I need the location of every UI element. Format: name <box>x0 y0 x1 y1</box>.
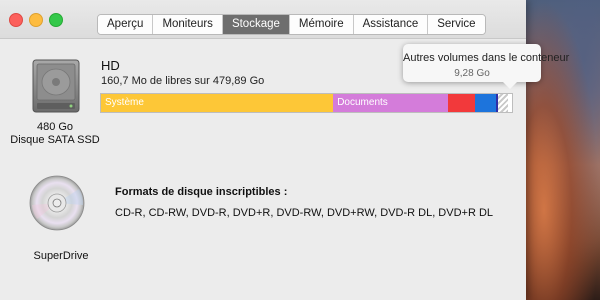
close-button[interactable] <box>9 13 23 27</box>
formats-title: Formats de disque inscriptibles : <box>115 186 288 198</box>
system-info-window: Aperçu Moniteurs Stockage Mémoire Assist… <box>0 0 569 300</box>
tab-bar: Aperçu Moniteurs Stockage Mémoire Assist… <box>97 14 486 35</box>
superdrive-label: SuperDrive <box>33 250 89 262</box>
tooltip-title: Autres volumes dans le conteneur <box>403 52 570 64</box>
zoom-button[interactable] <box>49 13 63 27</box>
hard-drive-icon <box>32 59 80 113</box>
usage-segment-label: Documents <box>337 97 388 108</box>
tab-apercu[interactable]: Aperçu <box>98 15 154 34</box>
tab-memoire[interactable]: Mémoire <box>289 15 354 34</box>
usage-segment-système[interactable]: Système <box>101 94 334 112</box>
volume-name: HD <box>101 58 120 73</box>
storage-tooltip: Autres volumes dans le conteneur 9,28 Go <box>403 44 570 89</box>
title-bar: Aperçu Moniteurs Stockage Mémoire Assist… <box>0 0 526 39</box>
usage-segment-label: Système <box>105 97 144 108</box>
tab-service[interactable]: Service <box>428 15 485 34</box>
disk-capacity: 480 Go <box>36 121 74 133</box>
storage-usage-bar: Système Documents <box>100 93 513 113</box>
usage-segment-5[interactable] <box>497 94 508 112</box>
tab-assistance[interactable]: Assistance <box>353 15 429 34</box>
formats-list: CD-R, CD-RW, DVD-R, DVD+R, DVD-RW, DVD+R… <box>115 207 494 219</box>
disk-type: Disque SATA SSD <box>10 134 100 146</box>
volume-free-space: 160,7 Mo de libres sur 479,89 Go <box>101 75 265 87</box>
minimize-button[interactable] <box>29 13 43 27</box>
optical-disc-icon <box>29 175 85 231</box>
tab-moniteurs[interactable]: Moniteurs <box>153 15 223 34</box>
usage-segment-documents[interactable]: Documents <box>333 94 449 112</box>
tab-stockage[interactable]: Stockage <box>222 15 290 34</box>
usage-segment-3[interactable] <box>474 94 496 112</box>
usage-segment-2[interactable] <box>448 94 475 112</box>
tooltip-value: 9,28 Go <box>454 68 490 79</box>
